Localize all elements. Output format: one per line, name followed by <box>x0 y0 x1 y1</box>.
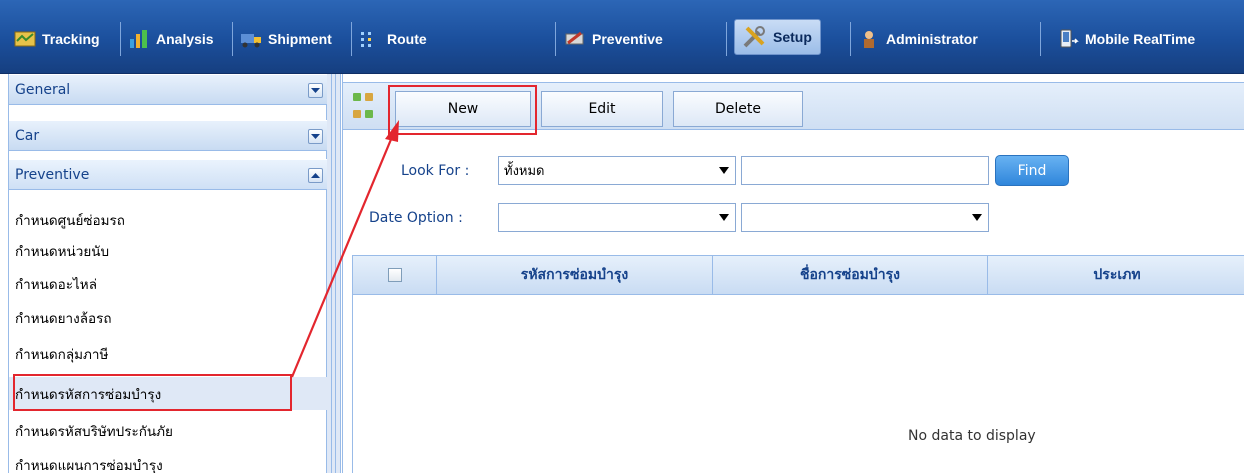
nav-shipment-label: Shipment <box>268 31 332 47</box>
nav-administrator[interactable]: Administrator <box>858 25 978 53</box>
delete-button[interactable]: Delete <box>673 91 803 127</box>
column-header-maintenance-name[interactable]: ชื่อการซ่อมบำรุง <box>713 256 988 294</box>
date-option-label: Date Option : <box>369 210 463 226</box>
toolbar-grip-icon <box>365 93 373 101</box>
splitter-line <box>335 74 336 473</box>
nav-separator <box>850 22 851 56</box>
nav-tracking[interactable]: Tracking <box>14 25 100 53</box>
chevron-down-icon <box>972 214 982 221</box>
sidebar-item-tax-group[interactable]: กำหนดกลุ่มภาษี <box>9 341 327 367</box>
look-for-select[interactable]: ทั้งหมด <box>498 156 736 185</box>
look-for-label: Look For : <box>401 163 470 179</box>
select-all-cell <box>353 256 437 294</box>
sidebar-item-repair-center[interactable]: กำหนดศูนย์ซ่อมรถ <box>9 207 327 233</box>
toolbar-grip-icon <box>353 93 361 101</box>
top-navigation-bar: Tracking Analysis Shipment Route Prevent… <box>0 0 1244 74</box>
route-icon <box>359 29 381 49</box>
chevron-down-icon <box>719 167 729 174</box>
nav-separator <box>120 22 121 56</box>
empty-grid-message: No data to display <box>908 428 1036 444</box>
sidebar-item-spare-parts[interactable]: กำหนดอะไหล่ <box>9 271 327 297</box>
nav-route-label: Route <box>387 31 427 47</box>
column-header-type[interactable]: ประเภท <box>988 256 1244 294</box>
chevron-down-icon <box>719 214 729 221</box>
nav-route[interactable]: Route <box>359 25 427 53</box>
toolbar-grip-icon <box>353 110 361 118</box>
administrator-icon <box>858 29 880 49</box>
new-button-highlight <box>388 85 537 135</box>
nav-separator <box>726 22 727 56</box>
setup-icon <box>741 24 767 50</box>
nav-preventive[interactable]: Preventive <box>564 25 663 53</box>
nav-setup-label: Setup <box>773 29 812 45</box>
analysis-icon <box>128 29 150 49</box>
sidebar-item-insurance-code[interactable]: กำหนดรหัสบริษัทประกันภัย <box>9 418 327 444</box>
sidebar-section-preventive[interactable]: Preventive <box>9 159 327 190</box>
select-all-checkbox[interactable] <box>387 268 402 282</box>
splitter-line <box>331 74 332 473</box>
sidebar-section-label: Preventive <box>15 166 90 183</box>
data-grid: รหัสการซ่อมบำรุง ชื่อการซ่อมบำรุง ประเภท… <box>352 255 1244 473</box>
menu-item-highlight <box>13 374 292 411</box>
sidebar-item-maintenance-plan[interactable]: กำหนดแผนการซ่อมบำรุง <box>9 452 327 473</box>
sidebar-section-label: Car <box>15 127 40 144</box>
nav-separator <box>1040 22 1041 56</box>
nav-separator <box>232 22 233 56</box>
mobile-realtime-icon <box>1057 29 1079 49</box>
nav-mobile-realtime[interactable]: Mobile RealTime <box>1057 25 1195 53</box>
nav-mobile-realtime-label: Mobile RealTime <box>1085 31 1196 47</box>
chevron-down-icon[interactable] <box>308 129 323 144</box>
chevron-down-icon[interactable] <box>308 83 323 98</box>
date-select[interactable] <box>741 203 989 232</box>
nav-tracking-label: Tracking <box>42 31 100 47</box>
keyword-input[interactable] <box>741 156 989 185</box>
look-for-value: ทั้งหมด <box>504 164 545 179</box>
nav-setup[interactable]: Setup <box>734 19 821 55</box>
panel-splitter[interactable] <box>327 74 341 473</box>
shipment-icon <box>240 29 262 49</box>
nav-analysis[interactable]: Analysis <box>128 25 214 53</box>
preventive-icon <box>564 29 586 49</box>
nav-administrator-label: Administrator <box>886 31 978 47</box>
nav-separator <box>351 22 352 56</box>
tracking-icon <box>14 29 36 49</box>
toolbar-grip-icon <box>365 110 373 118</box>
chevron-up-icon[interactable] <box>308 168 323 183</box>
nav-preventive-label: Preventive <box>592 31 663 47</box>
grid-header: รหัสการซ่อมบำรุง ชื่อการซ่อมบำรุง ประเภท <box>353 255 1244 295</box>
sidebar: General Car Preventive กำหนดศูนย์ซ่อมรถ … <box>8 74 327 473</box>
date-option-select[interactable] <box>498 203 736 232</box>
sidebar-section-general[interactable]: General <box>9 74 327 105</box>
sidebar-item-unit[interactable]: กำหนดหน่วยนับ <box>9 238 327 264</box>
edit-button[interactable]: Edit <box>541 91 663 127</box>
nav-analysis-label: Analysis <box>156 31 214 47</box>
column-header-maintenance-code[interactable]: รหัสการซ่อมบำรุง <box>437 256 713 294</box>
sidebar-section-label: General <box>15 81 71 98</box>
sidebar-item-tires[interactable]: กำหนดยางล้อรถ <box>9 305 327 331</box>
find-button[interactable]: Find <box>995 155 1069 186</box>
nav-separator <box>555 22 556 56</box>
nav-shipment[interactable]: Shipment <box>240 25 332 53</box>
sidebar-section-car[interactable]: Car <box>9 120 327 151</box>
